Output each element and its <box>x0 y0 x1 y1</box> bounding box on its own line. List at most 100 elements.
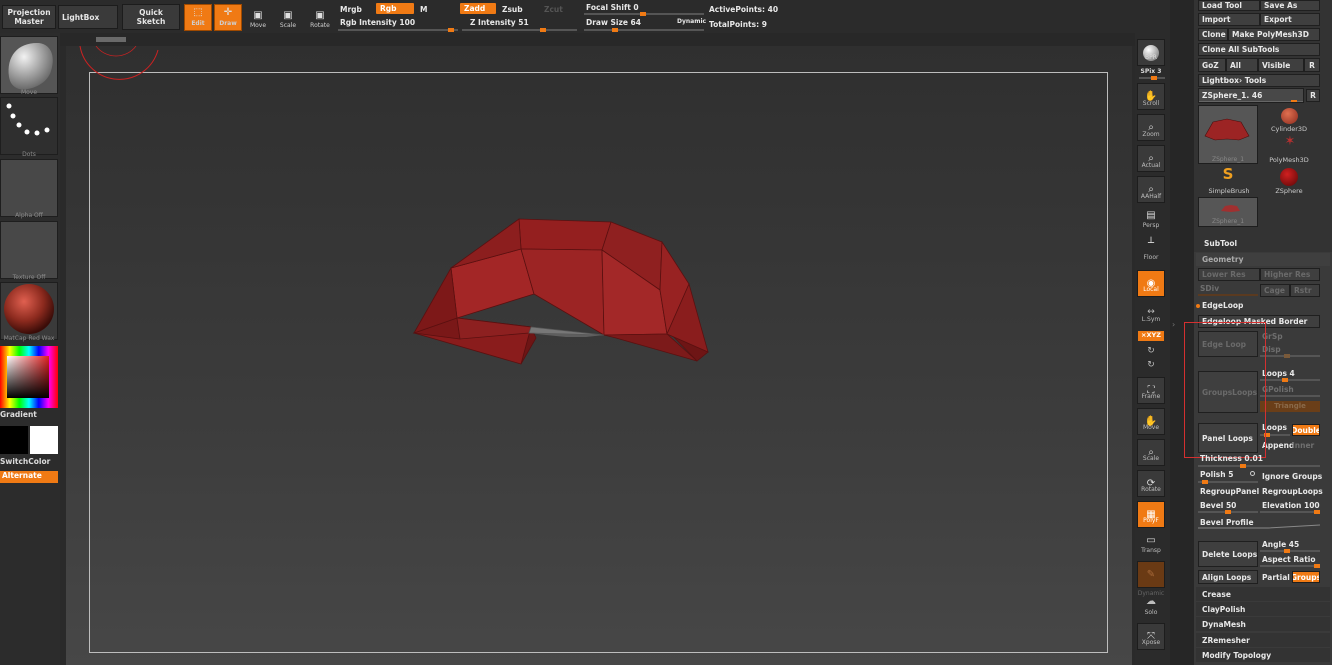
draw-button[interactable]: ✛ Draw <box>214 4 242 31</box>
polish-circle-icon[interactable] <box>1250 471 1255 476</box>
zadd-toggle[interactable]: Zadd <box>460 3 496 14</box>
regroup-loops-toggle[interactable]: RegroupLoops <box>1262 487 1323 496</box>
thickness-knob[interactable] <box>1240 464 1246 468</box>
loops-slider[interactable] <box>1260 378 1320 382</box>
cage-button[interactable]: Cage <box>1260 284 1290 297</box>
import-button[interactable]: Import <box>1198 13 1260 26</box>
aspect-ratio-knob[interactable] <box>1314 564 1320 568</box>
crease-section[interactable]: Crease <box>1196 587 1330 601</box>
draw-size-slider[interactable] <box>584 28 704 32</box>
collapse-arrow-icon[interactable]: › <box>1172 320 1175 329</box>
append-toggle[interactable]: Append <box>1262 441 1294 450</box>
zsub-toggle[interactable]: Zsub <box>502 5 523 14</box>
claypolish-section[interactable]: ClayPolish <box>1196 602 1330 616</box>
z-intensity-knob[interactable] <box>540 28 546 32</box>
current-tool-r-button[interactable]: R <box>1306 89 1320 102</box>
scale-button[interactable]: ▣ Scale <box>274 4 302 31</box>
goz-visible-button[interactable]: Visible <box>1258 58 1304 72</box>
goz-r-button[interactable]: R <box>1304 58 1320 72</box>
delete-loops-button[interactable]: Delete Loops <box>1198 541 1258 567</box>
lightbox-button[interactable]: LightBox <box>58 5 118 29</box>
zcut-toggle[interactable]: Zcut <box>544 5 563 14</box>
move-button[interactable]: ▣ Move <box>244 4 272 31</box>
thickness-slider[interactable] <box>1198 464 1320 468</box>
draw-size-knob[interactable] <box>612 28 618 32</box>
m-toggle[interactable]: M <box>420 5 427 14</box>
triangle-toggle[interactable]: Triangle <box>1260 401 1320 412</box>
persp-button[interactable]: ▤ <box>1137 208 1165 222</box>
elevation-knob[interactable] <box>1314 510 1320 514</box>
bevel-knob[interactable] <box>1225 510 1231 514</box>
spix-knob[interactable] <box>1151 76 1157 80</box>
ignore-groups-toggle[interactable]: Ignore Groups <box>1262 472 1322 481</box>
sdiv-slider[interactable] <box>1198 294 1258 296</box>
bevel-slider[interactable] <box>1198 510 1258 514</box>
mrgb-toggle[interactable]: Mrgb <box>340 5 362 14</box>
texture-thumbnail[interactable] <box>0 221 58 279</box>
alpha-thumbnail[interactable] <box>0 159 58 217</box>
export-button[interactable]: Export <box>1260 13 1320 26</box>
main-color-swatch[interactable] <box>30 426 58 454</box>
material-thumbnail[interactable] <box>0 282 58 340</box>
partial-toggle[interactable]: Partial <box>1262 573 1290 582</box>
rgb-toggle[interactable]: Rgb <box>376 3 414 14</box>
loops-knob[interactable] <box>1282 378 1288 382</box>
zremesher-section[interactable]: ZRemesher <box>1196 633 1330 647</box>
higher-res-button[interactable]: Higher Res <box>1260 268 1320 281</box>
save-as-button[interactable]: Save As <box>1260 0 1320 11</box>
rstr-button[interactable]: Rstr <box>1290 284 1320 297</box>
focal-shift-knob[interactable] <box>640 12 646 16</box>
bevel-profile-curve[interactable] <box>1198 522 1320 530</box>
secondary-color-swatch[interactable] <box>0 426 28 454</box>
z-intensity-slider[interactable] <box>462 28 577 32</box>
dynamesh-section[interactable]: DynaMesh <box>1196 617 1330 631</box>
load-tool-button[interactable]: Load Tool <box>1198 0 1260 11</box>
edgeloop-section[interactable]: EdgeLoop <box>1202 301 1243 310</box>
gpolish-slider[interactable] <box>1260 395 1320 397</box>
geometry-section[interactable]: Geometry <box>1196 253 1330 266</box>
document-scrollbar[interactable] <box>96 37 126 42</box>
aspect-ratio-slider[interactable] <box>1260 564 1320 568</box>
xyz-button[interactable]: ×XYZ <box>1138 331 1164 341</box>
disp-knob[interactable] <box>1284 354 1290 358</box>
double-toggle[interactable]: Double <box>1292 424 1320 436</box>
zsphere-ball-icon[interactable] <box>1280 168 1298 186</box>
clone-button[interactable]: Clone <box>1198 28 1228 41</box>
color-square[interactable] <box>7 356 49 398</box>
disp-slider[interactable] <box>1260 354 1320 358</box>
make-polymesh-button[interactable]: Make PolyMesh3D <box>1228 28 1320 41</box>
rotate-button[interactable]: ▣ Rotate <box>306 4 334 31</box>
ghost-button[interactable]: ✎ <box>1137 561 1165 588</box>
inner-toggle[interactable]: Inner <box>1292 441 1314 450</box>
polish-knob[interactable] <box>1202 480 1208 484</box>
small-tool-thumbnail[interactable]: ZSphere_1 <box>1198 197 1258 227</box>
rotate-z-icon[interactable]: ↻ <box>1135 360 1167 370</box>
edit-button[interactable]: ⬚ Edit <box>184 4 212 31</box>
alternate-button[interactable]: Alternate <box>0 471 58 483</box>
lsym-label[interactable]: L.Sym <box>1135 316 1167 323</box>
goz-button[interactable]: GoZ <box>1198 58 1226 72</box>
angle-slider[interactable] <box>1260 549 1320 553</box>
lightbox-tools-button[interactable]: Lightbox› Tools <box>1198 74 1320 87</box>
cylinder-tool-thumb[interactable] <box>1274 106 1304 126</box>
elevation-slider[interactable] <box>1260 510 1320 514</box>
rgb-intensity-slider[interactable] <box>338 28 458 32</box>
regroup-panel-toggle[interactable]: RegroupPanel <box>1200 487 1259 496</box>
align-loops-button[interactable]: Align Loops <box>1198 570 1258 584</box>
rgb-intensity-knob[interactable] <box>448 28 454 32</box>
lower-res-button[interactable]: Lower Res <box>1198 268 1260 281</box>
angle-knob[interactable] <box>1284 549 1290 553</box>
transp-button[interactable]: ▭ <box>1137 533 1165 547</box>
current-tool-thumbnail[interactable]: ZSphere_1 <box>1198 105 1258 164</box>
polymesh-star-icon[interactable]: ✶ <box>1276 135 1304 149</box>
quick-sketch-button[interactable]: Quick Sketch <box>122 4 180 30</box>
dynamic-toggle[interactable]: Dynamic <box>677 18 706 25</box>
modify-topology-section[interactable]: Modify Topology <box>1196 648 1330 662</box>
color-picker[interactable] <box>0 346 58 408</box>
brush-thumbnail[interactable] <box>0 36 58 94</box>
focal-shift-slider[interactable] <box>584 12 704 16</box>
goz-all-button[interactable]: All <box>1226 58 1258 72</box>
bpr-button[interactable] <box>1137 39 1165 66</box>
floor-button[interactable]: ┴ <box>1137 236 1165 250</box>
simplebrush-s-icon[interactable]: S <box>1214 166 1242 183</box>
